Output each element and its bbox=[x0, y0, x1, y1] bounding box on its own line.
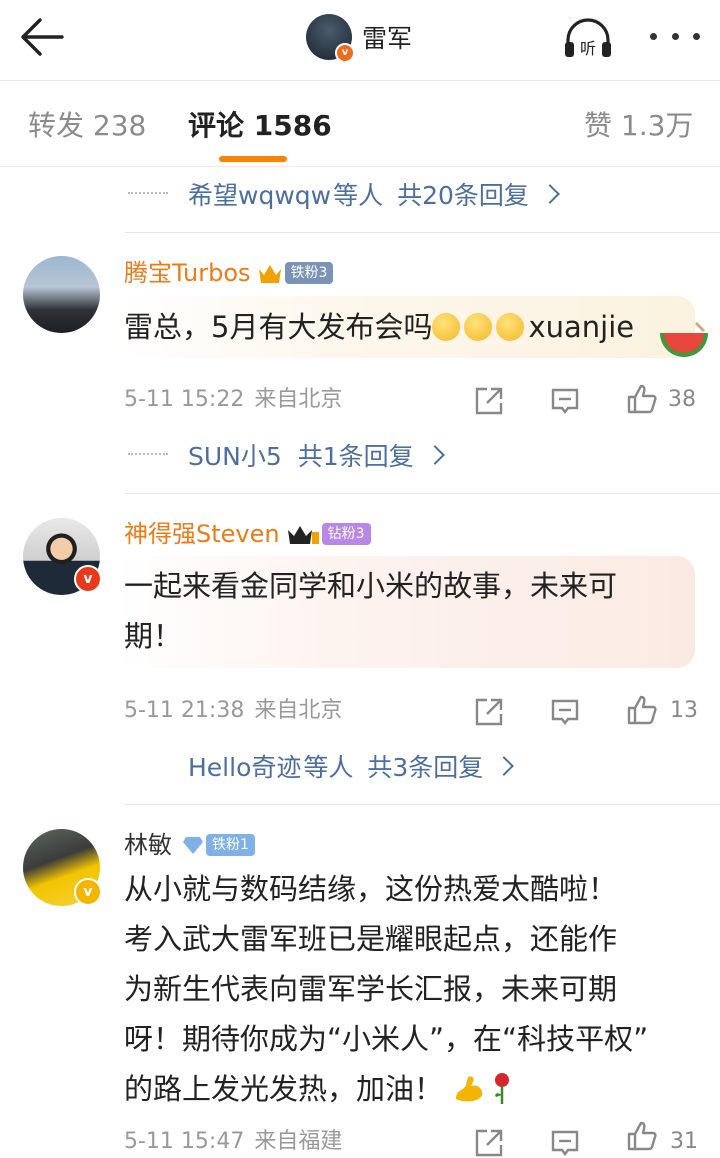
comment-user: 腾宝Turbos 铁粉3 bbox=[124, 257, 334, 289]
view-replies-link[interactable]: 希望wqwqw 等人 共20条回复 bbox=[128, 174, 560, 214]
dots-icon bbox=[128, 453, 168, 457]
verified-icon: v bbox=[335, 43, 355, 63]
reply-names: 希望wqwqw bbox=[188, 181, 332, 210]
fan-badge: 铁粉1 bbox=[206, 834, 255, 856]
comment-meta: 5-11 21:38 来自北京 bbox=[124, 696, 342, 726]
divider bbox=[125, 493, 720, 494]
timestamp: 5-11 15:47 bbox=[124, 1129, 245, 1154]
share-icon[interactable] bbox=[474, 386, 504, 416]
divider bbox=[0, 80, 720, 81]
top-bar: v 雷军 听 bbox=[0, 0, 720, 80]
chevron-right-icon bbox=[494, 756, 515, 776]
reply-tail: 等人 bbox=[333, 181, 384, 210]
avatar[interactable]: v bbox=[306, 14, 355, 63]
reply-count: 共3条回复 bbox=[367, 753, 484, 782]
emoji-icon bbox=[432, 313, 461, 341]
username[interactable]: 神得强Steven bbox=[124, 518, 280, 550]
fan-badge: 钻粉3 bbox=[321, 523, 371, 545]
username[interactable]: 林敏 bbox=[124, 829, 172, 861]
view-replies-link[interactable]: Hello奇迹 等人 共3条回复 bbox=[188, 746, 515, 786]
chevron-right-icon bbox=[424, 445, 445, 465]
verified-icon: v bbox=[74, 565, 102, 593]
tab-repost[interactable]: 转发 238 bbox=[28, 106, 146, 146]
watermelon-icon bbox=[660, 321, 708, 357]
comment-text: 从小就与数码结缘，这份热爱太酷啦！ 考入武大雷军班已是耀眼起点，还能作 为新生代… bbox=[124, 864, 684, 1114]
diamond-icon bbox=[183, 837, 203, 854]
comment-user: 林敏 铁粉1 bbox=[124, 829, 255, 861]
reply-names: Hello奇迹 bbox=[188, 753, 302, 782]
emoji-icon bbox=[496, 313, 525, 341]
fan-badge: 铁粉3 bbox=[284, 262, 334, 284]
page-title: 雷军 bbox=[362, 24, 413, 53]
chevron-right-icon bbox=[540, 184, 560, 204]
headphones-icon[interactable]: 听 bbox=[562, 16, 614, 62]
location: 来自福建 bbox=[254, 1129, 343, 1154]
like-count: 38 bbox=[668, 387, 696, 412]
rose-icon bbox=[495, 1073, 510, 1104]
comment-text-tail: xuanjie bbox=[528, 310, 635, 344]
comment-icon[interactable] bbox=[550, 697, 580, 727]
comment-meta: 5-11 15:22 来自北京 bbox=[124, 385, 342, 415]
more-icon[interactable] bbox=[650, 20, 700, 52]
comment-icon[interactable] bbox=[550, 386, 580, 416]
share-icon[interactable] bbox=[474, 1128, 504, 1158]
flexed-biceps-icon bbox=[456, 1076, 483, 1102]
tab-comments[interactable]: 评论 1586 bbox=[188, 106, 332, 146]
comment-user: 神得强Steven 钻粉3 bbox=[124, 518, 371, 550]
username[interactable]: 腾宝Turbos bbox=[124, 257, 251, 289]
timestamp: 5-11 15:22 bbox=[124, 387, 245, 412]
divider bbox=[0, 166, 720, 167]
reply-count: 共20条回复 bbox=[397, 181, 529, 210]
listen-label: 听 bbox=[580, 39, 596, 58]
comment-text-main: 雷总，5月有大发布会吗 bbox=[124, 310, 433, 344]
share-icon[interactable] bbox=[474, 697, 504, 727]
view-replies-link[interactable]: SUN小5 共1条回复 bbox=[128, 435, 445, 475]
comment-icon[interactable] bbox=[550, 1128, 580, 1158]
title-area[interactable]: v 雷军 bbox=[306, 13, 413, 63]
emoji-icon bbox=[464, 313, 493, 341]
comment-text: 雷总，5月有大发布会吗 xuanjie bbox=[124, 302, 684, 352]
crown-icon bbox=[258, 265, 281, 283]
like-count: 31 bbox=[670, 1129, 698, 1154]
divider bbox=[125, 232, 720, 233]
active-tab-indicator bbox=[219, 156, 287, 162]
thumbs-up-icon[interactable] bbox=[626, 1120, 658, 1152]
like-count: 13 bbox=[670, 698, 698, 723]
thumbs-up-icon[interactable] bbox=[626, 383, 658, 415]
comment-text-main: 从小就与数码结缘，这份热爱太酷啦！ 考入武大雷军班已是耀眼起点，还能作 为新生代… bbox=[124, 872, 649, 1106]
dots-icon bbox=[128, 192, 168, 196]
timestamp: 5-11 21:38 bbox=[124, 698, 245, 723]
thumbs-up-icon[interactable] bbox=[626, 694, 658, 726]
reply-count: 共1条回复 bbox=[297, 442, 414, 471]
location: 来自北京 bbox=[254, 698, 343, 723]
crown-icon bbox=[287, 526, 319, 544]
location: 来自北京 bbox=[254, 387, 343, 412]
comment-meta: 5-11 15:47 来自福建 bbox=[124, 1127, 342, 1157]
avatar[interactable] bbox=[23, 256, 100, 333]
reply-tail: 等人 bbox=[303, 753, 354, 782]
tab-likes[interactable]: 赞 1.3万 bbox=[584, 106, 693, 146]
reply-names: SUN小5 bbox=[188, 442, 282, 471]
verified-icon: v bbox=[74, 878, 102, 906]
divider bbox=[125, 804, 720, 805]
comment-text: 一起来看金同学和小米的故事，未来可 期！ bbox=[124, 569, 618, 653]
back-arrow-icon[interactable] bbox=[18, 14, 68, 60]
